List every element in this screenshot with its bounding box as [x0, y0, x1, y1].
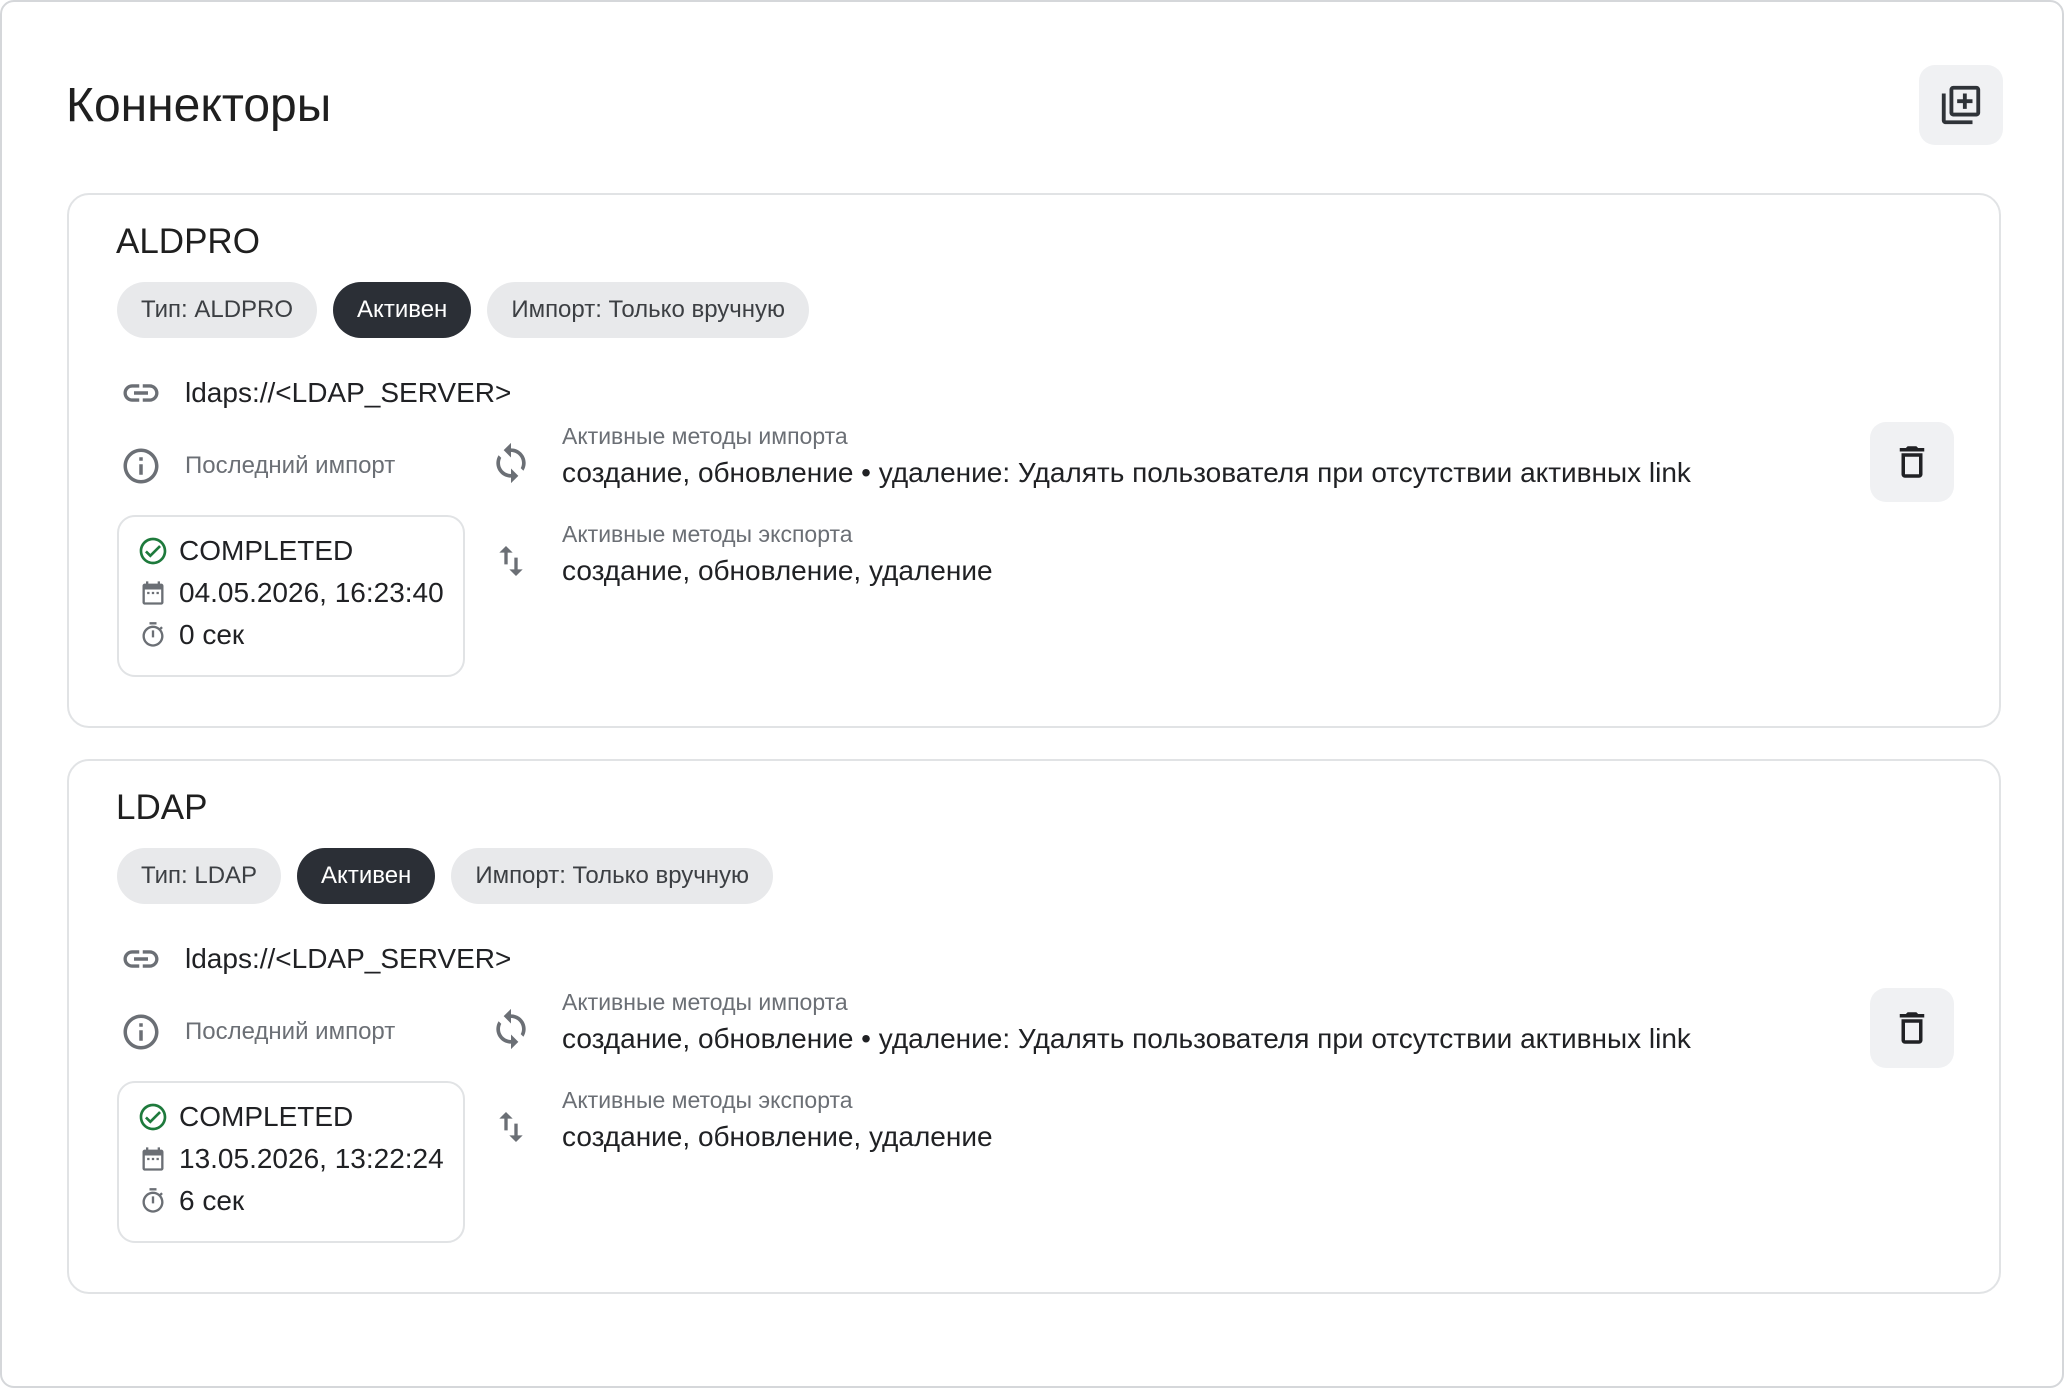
calendar-icon: [137, 1143, 169, 1175]
swap-vert-icon: [489, 1105, 533, 1149]
import-methods-value: создание, обновление • удаление: Удалять…: [562, 457, 1691, 488]
timer-icon: [137, 1185, 169, 1217]
import-date-text: 13.05.2026, 13:22:24: [179, 1143, 444, 1174]
import-status-row: COMPLETED: [137, 1101, 353, 1133]
check-circle-icon: [137, 535, 169, 567]
import-duration-text: 0 сек: [179, 619, 245, 650]
import-methods-label: Активные методы импорта: [562, 989, 848, 1015]
check-circle-icon: [137, 1101, 169, 1133]
type-chip: Тип: ALDPRO: [117, 282, 318, 338]
chip-group: Тип: ALDPRO Активен Импорт: Только вручн…: [117, 282, 810, 338]
import-methods-value: создание, обновление • удаление: Удалять…: [562, 1023, 1691, 1054]
add-connector-button[interactable]: [1919, 65, 2003, 145]
last-import-label: Последний импорт: [185, 452, 396, 479]
export-methods-label: Активные методы экспорта: [562, 1087, 853, 1113]
add-box-multiple-icon: [1941, 85, 1981, 125]
connector-url: ldaps://<LDAP_SERVER>: [185, 943, 512, 974]
sync-icon: [489, 1007, 533, 1051]
connector-name: ALDPRO: [116, 222, 260, 261]
export-methods-value: создание, обновление, удаление: [562, 1121, 993, 1152]
last-import-label: Последний импорт: [185, 1018, 396, 1045]
url-row: ldaps://<LDAP_SERVER>: [119, 937, 511, 981]
trash-icon: [1899, 446, 1925, 478]
info-icon: [119, 1010, 163, 1054]
calendar-icon: [137, 577, 169, 609]
url-row: ldaps://<LDAP_SERVER>: [119, 371, 511, 415]
import-duration-text: 6 сек: [179, 1185, 245, 1216]
import-date-row: 13.05.2026, 13:22:24: [137, 1143, 444, 1175]
last-import-header: Последний импорт: [119, 444, 395, 488]
connector-card: LDAP Тип: LDAP Активен Импорт: Только вр…: [67, 759, 2001, 1294]
sync-icon: [489, 441, 533, 485]
info-icon: [119, 444, 163, 488]
import-methods-label: Активные методы импорта: [562, 423, 848, 449]
connectors-page: Коннекторы ALDPRO Тип: ALDPRO Активен Им…: [0, 0, 2064, 1388]
last-import-header: Последний импорт: [119, 1010, 395, 1054]
import-status-text: COMPLETED: [179, 535, 354, 566]
link-icon: [119, 937, 163, 981]
connector-card: ALDPRO Тип: ALDPRO Активен Импорт: Тольк…: [67, 193, 2001, 728]
connector-url: ldaps://<LDAP_SERVER>: [185, 377, 512, 408]
chip-group: Тип: LDAP Активен Импорт: Только вручную: [117, 848, 774, 904]
connector-name: LDAP: [116, 788, 208, 827]
import-status-row: COMPLETED: [137, 535, 353, 567]
status-chip: Активен: [297, 848, 436, 904]
export-methods-label: Активные методы экспорта: [562, 521, 853, 547]
last-import-status-box: COMPLETED 04.05.2026, 16:23:40 0 сек: [117, 515, 465, 677]
status-chip: Активен: [333, 282, 472, 338]
page-title: Коннекторы: [66, 79, 332, 132]
delete-connector-button[interactable]: [1870, 988, 1954, 1068]
import-duration-row: 6 сек: [137, 1185, 244, 1217]
link-icon: [119, 371, 163, 415]
import-mode-chip: Импорт: Только вручную: [487, 282, 810, 338]
import-date-row: 04.05.2026, 16:23:40: [137, 577, 444, 609]
last-import-status-box: COMPLETED 13.05.2026, 13:22:24 6 сек: [117, 1081, 465, 1243]
import-status-text: COMPLETED: [179, 1101, 354, 1132]
delete-connector-button[interactable]: [1870, 422, 1954, 502]
import-date-text: 04.05.2026, 16:23:40: [179, 577, 444, 608]
import-duration-row: 0 сек: [137, 619, 244, 651]
trash-icon: [1899, 1012, 1925, 1044]
import-mode-chip: Импорт: Только вручную: [451, 848, 774, 904]
type-chip: Тип: LDAP: [117, 848, 282, 904]
swap-vert-icon: [489, 539, 533, 583]
export-methods-value: создание, обновление, удаление: [562, 555, 993, 586]
timer-icon: [137, 619, 169, 651]
